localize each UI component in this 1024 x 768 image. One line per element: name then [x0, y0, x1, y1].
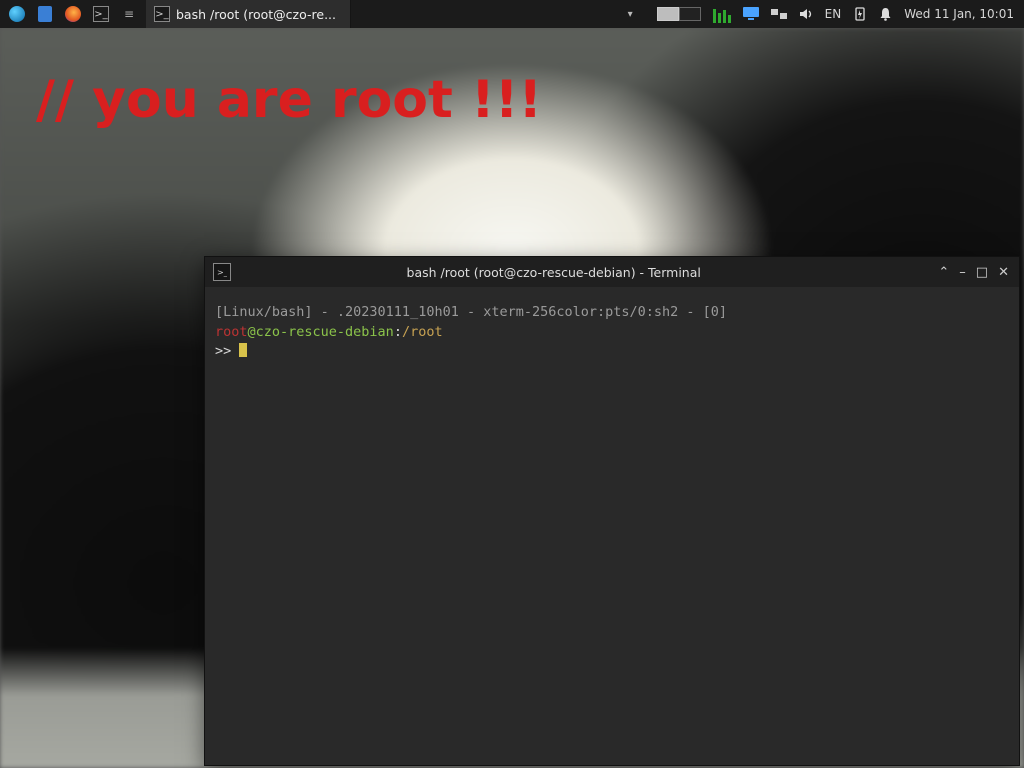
root-terminal-launcher-icon[interactable]: ≡: [118, 3, 140, 25]
terminal-titlebar[interactable]: >_ bash /root (root@czo-rescue-debian) -…: [205, 257, 1019, 287]
system-tray: ▾ EN Wed 11 Jan, 10:01: [620, 5, 1024, 23]
svg-text:>_: >_: [217, 268, 227, 277]
window-controls: ⌃ – □ ✕: [928, 265, 1019, 280]
whisker-menu-icon[interactable]: [6, 3, 28, 25]
display-icon[interactable]: [743, 7, 759, 21]
desktop-root-banner: // you are root !!!: [36, 70, 542, 130]
terminal-app-icon: >_: [213, 263, 231, 281]
keyboard-layout-indicator[interactable]: EN: [825, 7, 842, 21]
prompt-user: root: [215, 324, 248, 340]
prompt-cwd: /root: [402, 324, 443, 340]
taskbar-window-label: bash /root (root@czo-re...: [176, 7, 336, 22]
minimize-button[interactable]: –: [959, 265, 966, 280]
terminal-task-icon: >_: [154, 6, 170, 22]
battery-icon[interactable]: [853, 7, 867, 21]
terminal-window[interactable]: >_ bash /root (root@czo-rescue-debian) -…: [204, 256, 1020, 766]
notifications-icon[interactable]: [879, 7, 892, 21]
taskbar-window-button[interactable]: >_ bash /root (root@czo-re...: [146, 0, 351, 28]
firefox-icon[interactable]: [62, 3, 84, 25]
prompt-host: @czo-rescue-debian: [248, 324, 394, 340]
terminal-cursor: [239, 343, 247, 357]
top-panel: >_ ≡ >_ bash /root (root@czo-re... ▾ EN: [0, 0, 1024, 28]
window-list-dropdown-icon[interactable]: ▾: [620, 9, 641, 20]
prompt-ps2: >>: [215, 343, 239, 359]
launcher-area: >_ ≡: [0, 3, 146, 25]
panel-clock[interactable]: Wed 11 Jan, 10:01: [904, 7, 1014, 21]
close-button[interactable]: ✕: [998, 265, 1009, 280]
maximize-button[interactable]: □: [976, 265, 988, 280]
shade-button[interactable]: ⌃: [938, 265, 949, 280]
volume-icon[interactable]: [799, 7, 813, 21]
terminal-launcher-icon[interactable]: >_: [90, 3, 112, 25]
workspace-switcher[interactable]: [657, 7, 701, 21]
network-icon[interactable]: [771, 7, 787, 21]
terminal-info-line: [Linux/bash] - .20230111_10h01 - xterm-2…: [215, 304, 727, 320]
terminal-window-title: bash /root (root@czo-rescue-debian) - Te…: [239, 265, 928, 280]
prompt-sep: :: [394, 324, 402, 340]
notes-icon[interactable]: [34, 3, 56, 25]
workspace-2[interactable]: [679, 7, 701, 21]
system-monitor-icon[interactable]: [713, 5, 731, 23]
workspace-1[interactable]: [657, 7, 679, 21]
terminal-body[interactable]: [Linux/bash] - .20230111_10h01 - xterm-2…: [205, 287, 1019, 765]
